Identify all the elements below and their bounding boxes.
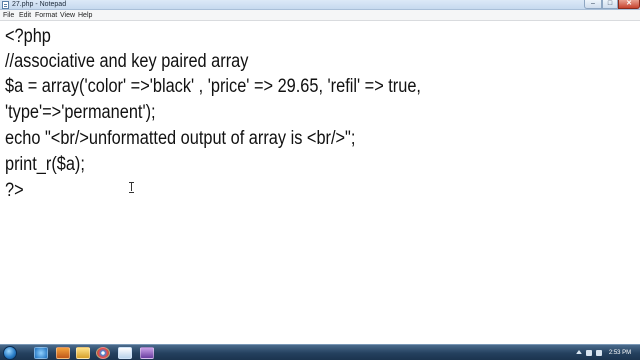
notepad-taskbar-icon[interactable]: [118, 347, 132, 359]
internet-explorer-icon[interactable]: [34, 347, 48, 359]
code-line: //associative and key paired array: [5, 51, 249, 72]
chrome-icon[interactable]: [96, 347, 110, 359]
maximize-button[interactable]: □: [602, 0, 618, 9]
menu-help[interactable]: Help: [78, 10, 92, 21]
menu-view[interactable]: View: [60, 10, 75, 21]
code-line: $a = array('color' =>'black' , 'price' =…: [5, 76, 421, 97]
volume-icon[interactable]: [596, 350, 602, 356]
code-line: ?>: [5, 180, 24, 201]
menu-format[interactable]: Format: [35, 10, 57, 21]
menu-file[interactable]: File: [3, 10, 14, 21]
network-icon[interactable]: [586, 350, 592, 356]
media-player-icon[interactable]: [56, 347, 70, 359]
app-icon[interactable]: [140, 347, 154, 359]
code-line: echo "<br/>unformatted output of array i…: [5, 128, 356, 149]
window-title: 27.php - Notepad: [12, 1, 67, 8]
notepad-icon: [2, 1, 9, 9]
text-editor-area[interactable]: <?php //associative and key paired array…: [0, 22, 640, 344]
title-bar: 27.php - Notepad – □ ✕: [0, 0, 640, 10]
show-hidden-icons-icon[interactable]: [576, 350, 582, 354]
menu-bar: File Edit Format View Help: [0, 10, 640, 21]
minimize-button[interactable]: –: [584, 0, 602, 9]
code-line: 'type'=>'permanent');: [5, 102, 156, 123]
taskbar: 2:53 PM: [0, 344, 640, 360]
clock[interactable]: 2:53 PM: [606, 345, 634, 360]
ibeam-cursor-icon: [129, 182, 134, 193]
menu-edit[interactable]: Edit: [19, 10, 31, 21]
close-button[interactable]: ✕: [618, 0, 640, 9]
windows-start-icon[interactable]: [3, 346, 17, 360]
code-line: print_r($a);: [5, 154, 85, 175]
folder-icon[interactable]: [76, 347, 90, 359]
code-line: <?php: [5, 26, 51, 47]
